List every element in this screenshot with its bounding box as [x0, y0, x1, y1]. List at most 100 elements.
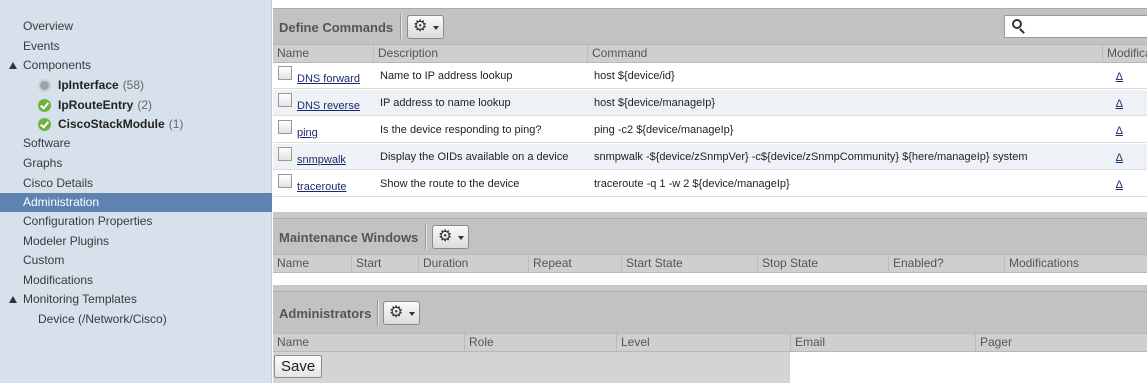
sidebar-item-cisco-details[interactable]: Cisco Details — [23, 174, 93, 193]
sidebar-item-label: IpRouteEntry — [58, 98, 133, 112]
gear-icon: ⚙ — [389, 303, 403, 323]
commands-panel-header: Define Commands ⚙ — [273, 8, 1147, 44]
command-name-link[interactable]: DNS reverse — [297, 92, 360, 116]
commands-panel-title: Define Commands — [279, 20, 393, 35]
table-row: traceroute Show the route to the device … — [273, 171, 1147, 197]
sidebar-item-ipinterface[interactable]: IpInterface (58) — [58, 76, 144, 95]
administrators-gear-menu-button[interactable]: ⚙ — [383, 301, 420, 325]
column-header-duration[interactable]: Duration — [418, 255, 528, 272]
maintenance-panel-header: Maintenance Windows ⚙ — [273, 218, 1147, 254]
command-description: Name to IP address lookup — [380, 63, 512, 89]
commands-search-input[interactable] — [1004, 15, 1147, 38]
sidebar: Overview Events Components IpInterface (5… — [0, 0, 272, 383]
sidebar-item-administration[interactable]: Administration — [0, 193, 272, 212]
column-header-command[interactable]: Command — [587, 45, 1102, 62]
modifications-link[interactable]: Δ — [1116, 63, 1123, 91]
caret-down-icon — [458, 236, 464, 240]
column-header-name[interactable]: Name — [273, 45, 373, 62]
column-header-modifications[interactable]: Modifications — [1102, 45, 1147, 62]
sidebar-item-graphs[interactable]: Graphs — [23, 154, 62, 173]
row-checkbox[interactable] — [278, 66, 292, 80]
sidebar-item-label: IpInterface — [58, 78, 119, 92]
command-description: Is the device responding to ping? — [380, 117, 541, 143]
column-header-name[interactable]: Name — [273, 255, 351, 272]
column-header-repeat[interactable]: Repeat — [528, 255, 621, 272]
sidebar-item-components-label: Components — [23, 58, 91, 72]
row-checkbox[interactable] — [278, 120, 292, 134]
administrators-column-header: Name Role Level Email Pager — [273, 333, 1147, 352]
sidebar-item-iprouteentry[interactable]: IpRouteEntry (2) — [58, 96, 152, 115]
column-header-role[interactable]: Role — [464, 334, 616, 351]
column-header-enabled[interactable]: Enabled? — [888, 255, 1004, 272]
caret-down-icon — [409, 312, 415, 316]
table-row: snmpwalk Display the OIDs available on a… — [273, 144, 1147, 170]
sidebar-item-label: Administration — [23, 193, 99, 212]
sidebar-item-events[interactable]: Events — [23, 37, 60, 56]
component-count: (2) — [137, 98, 152, 112]
column-header-start-state[interactable]: Start State — [621, 255, 757, 272]
sidebar-item-modeler-plugins[interactable]: Modeler Plugins — [23, 232, 109, 251]
column-header-stop-state[interactable]: Stop State — [757, 255, 888, 272]
sidebar-item-label: CiscoStackModule — [58, 117, 165, 131]
sidebar-item-overview[interactable]: Overview — [23, 17, 73, 36]
command-description: Show the route to the device — [380, 171, 519, 197]
column-header-description[interactable]: Description — [373, 45, 587, 62]
table-row: DNS forward Name to IP address lookup ho… — [273, 63, 1147, 89]
gear-icon: ⚙ — [438, 227, 452, 247]
table-row: DNS reverse IP address to name lookup ho… — [273, 90, 1147, 116]
modifications-link[interactable]: Δ — [1116, 90, 1123, 118]
sidebar-item-ciscostackmodule[interactable]: CiscoStackModule(1) — [58, 115, 183, 134]
command-text: ping -c2 ${device/manageIp} — [594, 117, 733, 143]
column-header-email[interactable]: Email — [790, 334, 975, 351]
row-checkbox[interactable] — [278, 147, 292, 161]
maintenance-gear-menu-button[interactable]: ⚙ — [432, 225, 469, 249]
caret-down-icon — [433, 26, 439, 30]
commands-gear-menu-button[interactable]: ⚙ — [407, 15, 444, 39]
divider — [377, 300, 378, 326]
sidebar-item-custom[interactable]: Custom — [23, 251, 64, 270]
sidebar-item-device-template[interactable]: Device (/Network/Cisco) — [38, 310, 167, 329]
command-description: Display the OIDs available on a device — [380, 144, 568, 170]
command-name-link[interactable]: snmpwalk — [297, 146, 346, 170]
column-header-start[interactable]: Start — [351, 255, 418, 272]
commands-column-header: Name Description Command Modifications — [273, 44, 1147, 63]
modifications-link[interactable]: Δ — [1116, 144, 1123, 172]
modifications-link[interactable]: Δ — [1116, 171, 1123, 199]
component-count: (58) — [123, 78, 144, 92]
administrators-panel-title: Administrators — [279, 306, 371, 321]
sidebar-item-components[interactable]: Components — [23, 56, 91, 75]
modifications-link[interactable]: Δ — [1116, 117, 1123, 145]
sidebar-item-software[interactable]: Software — [23, 134, 70, 153]
column-header-pager[interactable]: Pager — [975, 334, 1147, 351]
table-row: ping Is the device responding to ping? p… — [273, 117, 1147, 143]
sidebar-item-monitoring-templates-label: Monitoring Templates — [23, 292, 137, 306]
gear-icon: ⚙ — [413, 17, 427, 37]
column-header-level[interactable]: Level — [616, 334, 790, 351]
save-bar: Save — [273, 352, 790, 383]
sidebar-item-monitoring-templates[interactable]: Monitoring Templates — [23, 290, 137, 309]
divider — [400, 14, 401, 40]
command-text: traceroute -q 1 -w 2 ${device/manageIp} — [594, 171, 790, 197]
command-text: host ${device/manageIp} — [594, 90, 715, 116]
status-green-check-icon — [38, 99, 51, 112]
maintenance-panel-title: Maintenance Windows — [279, 230, 418, 245]
command-name-link[interactable]: ping — [297, 119, 318, 143]
sidebar-item-configuration-properties[interactable]: Configuration Properties — [23, 212, 152, 231]
administrators-panel-header: Administrators ⚙ — [273, 291, 1147, 333]
main-content: Define Commands ⚙ Name Description Comma… — [273, 0, 1147, 383]
save-button[interactable]: Save — [274, 355, 322, 378]
row-checkbox[interactable] — [278, 93, 292, 107]
command-name-link[interactable]: DNS forward — [297, 65, 360, 89]
row-checkbox[interactable] — [278, 174, 292, 188]
status-gray-icon — [38, 79, 51, 92]
divider — [425, 224, 426, 250]
app-root: Overview Events Components IpInterface (5… — [0, 0, 1147, 383]
commands-empty-area — [273, 198, 1147, 212]
command-text: host ${device/id} — [594, 63, 675, 89]
status-green-check-icon — [38, 118, 51, 131]
sidebar-item-modifications[interactable]: Modifications — [23, 271, 93, 290]
command-name-link[interactable]: traceroute — [297, 173, 347, 197]
column-header-modifications[interactable]: Modifications — [1004, 255, 1147, 272]
maintenance-column-header: Name Start Duration Repeat Start State S… — [273, 254, 1147, 273]
column-header-name[interactable]: Name — [273, 334, 464, 351]
